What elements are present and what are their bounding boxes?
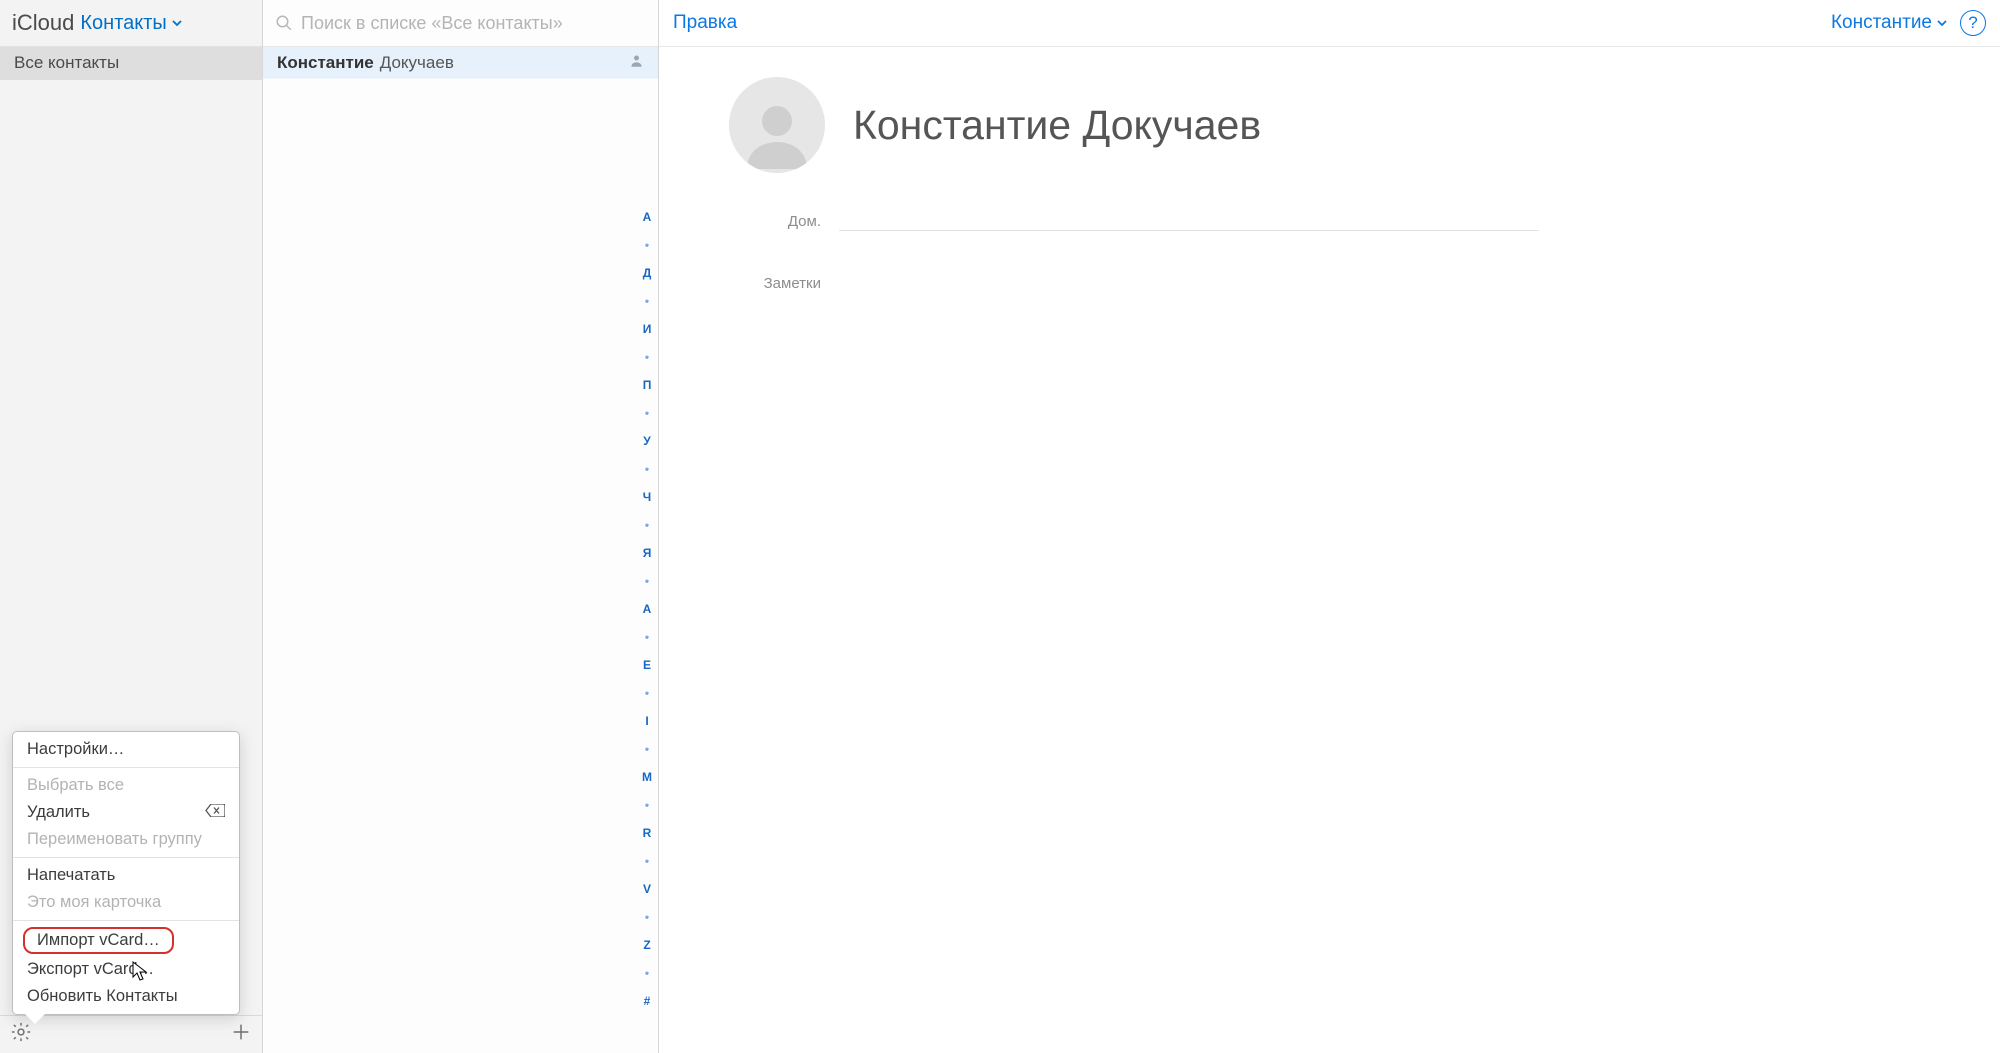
contact-row[interactable]: Константие Докучаев	[263, 47, 658, 79]
alpha-index[interactable]: А • Д • И • П • У • Ч • Я • A • E • I • …	[642, 210, 652, 1008]
index-letter[interactable]: А	[643, 210, 652, 224]
menu-separator	[13, 857, 239, 858]
field-home-label: Дом.	[729, 213, 839, 230]
search-icon	[275, 14, 293, 32]
app-switcher-label: Контакты	[80, 12, 166, 35]
avatar-placeholder-icon	[741, 93, 813, 173]
plus-icon	[230, 1021, 252, 1043]
gear-menu: Настройки… Выбрать все Удалить Переимено…	[12, 731, 240, 1015]
index-dot: •	[645, 854, 649, 868]
app-switcher[interactable]: Контакты	[80, 12, 182, 35]
index-dot: •	[645, 406, 649, 420]
contact-full-name: Константие Докучаев	[853, 102, 1261, 149]
detail-header: Правка Константие ?	[659, 0, 2000, 47]
index-dot: •	[645, 742, 649, 756]
index-letter[interactable]: Ч	[643, 490, 651, 504]
brand-label: iCloud	[12, 10, 74, 36]
menu-refresh[interactable]: Обновить Контакты	[13, 983, 239, 1010]
contact-last-name: Докучаев	[380, 53, 454, 73]
index-dot: •	[645, 574, 649, 588]
index-dot: •	[645, 350, 649, 364]
menu-import-vcard[interactable]: Импорт vCard…	[23, 927, 174, 954]
groups-sidebar: iCloud Контакты Все контакты Настройки… …	[0, 0, 263, 1053]
index-letter[interactable]: П	[643, 378, 652, 392]
chevron-down-icon	[171, 17, 183, 29]
index-letter[interactable]: И	[643, 322, 652, 336]
index-letter[interactable]: I	[645, 714, 648, 728]
card-head: Константие Докучаев	[729, 77, 1960, 173]
index-letter[interactable]: A	[643, 602, 652, 616]
menu-my-card: Это моя карточка	[13, 889, 239, 916]
index-dot: •	[645, 686, 649, 700]
index-dot: •	[645, 518, 649, 532]
index-letter[interactable]: V	[643, 882, 651, 896]
sidebar-header: iCloud Контакты	[0, 0, 262, 47]
avatar[interactable]	[729, 77, 825, 173]
user-menu-label: Константие	[1831, 12, 1932, 34]
index-dot: •	[645, 966, 649, 980]
field-home-value[interactable]	[839, 211, 1539, 231]
index-letter[interactable]: Я	[643, 546, 652, 560]
index-dot: •	[645, 798, 649, 812]
index-letter[interactable]: #	[644, 994, 651, 1008]
menu-export-vcard[interactable]: Экспорт vCard…	[13, 956, 239, 983]
index-dot: •	[645, 910, 649, 924]
field-notes-label: Заметки	[729, 275, 839, 292]
menu-delete[interactable]: Удалить	[13, 799, 239, 826]
gear-icon	[10, 1021, 32, 1043]
index-letter[interactable]: R	[643, 826, 652, 840]
field-notes: Заметки	[729, 273, 1960, 293]
field-home: Дом.	[729, 211, 1960, 231]
contacts-list-column: Константие Докучаев А • Д • И • П • У • …	[263, 0, 659, 1053]
index-dot: •	[645, 462, 649, 476]
edit-button[interactable]: Правка	[673, 12, 737, 34]
me-card-icon	[629, 53, 644, 73]
index-letter[interactable]: У	[643, 434, 650, 448]
index-letter[interactable]: E	[643, 658, 651, 672]
index-dot: •	[645, 294, 649, 308]
header-right: Константие ?	[1831, 10, 1986, 36]
menu-rename-group: Переименовать группу	[13, 826, 239, 853]
group-item-all[interactable]: Все контакты	[0, 47, 262, 80]
menu-separator	[13, 920, 239, 921]
search-input[interactable]	[301, 13, 646, 34]
index-dot: •	[645, 238, 649, 252]
contact-card: Константие Докучаев Дом. Заметки	[659, 47, 2000, 309]
user-menu[interactable]: Константие	[1831, 12, 1948, 34]
help-icon: ?	[1968, 13, 1977, 33]
menu-print[interactable]: Напечатать	[13, 862, 239, 889]
backspace-icon	[205, 803, 225, 822]
add-button[interactable]	[230, 1021, 252, 1048]
app-root: iCloud Контакты Все контакты Настройки… …	[0, 0, 2000, 1053]
index-letter[interactable]: M	[642, 770, 652, 784]
index-letter[interactable]: Д	[643, 266, 652, 280]
group-item-label: Все контакты	[14, 53, 119, 72]
search-bar	[263, 0, 658, 47]
menu-separator	[13, 767, 239, 768]
contact-detail: Правка Константие ? Константие Докучаев …	[659, 0, 2000, 1053]
menu-preferences[interactable]: Настройки…	[13, 736, 239, 763]
field-notes-value[interactable]	[839, 273, 1539, 293]
contact-first-name: Константие	[277, 53, 374, 73]
gear-button[interactable]	[10, 1021, 32, 1048]
index-letter[interactable]: Z	[643, 938, 650, 952]
chevron-down-icon	[1936, 17, 1948, 29]
index-dot: •	[645, 630, 649, 644]
help-button[interactable]: ?	[1960, 10, 1986, 36]
menu-select-all: Выбрать все	[13, 772, 239, 799]
